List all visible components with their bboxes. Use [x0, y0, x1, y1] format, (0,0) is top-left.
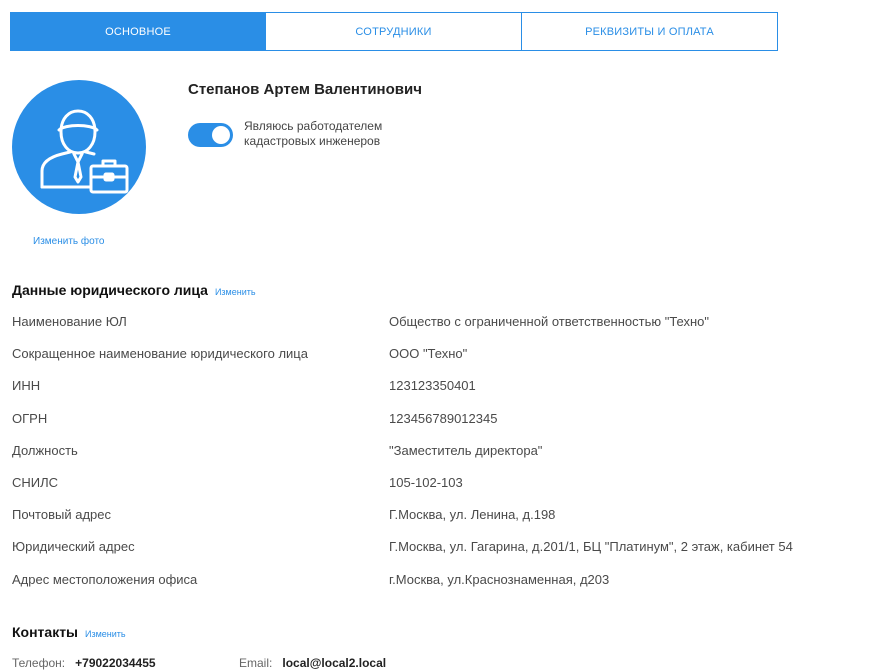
legal-section-header: Данные юридического лица Изменить: [12, 282, 256, 298]
contacts-section-title: Контакты: [12, 624, 79, 640]
legal-row-value: г.Москва, ул.Краснознаменная, д203: [389, 571, 610, 587]
phone-value: +79022034455: [75, 656, 156, 670]
legal-row-name: Наименование ЮЛ Общество с ограниченной …: [12, 314, 862, 346]
legal-row-label: Наименование ЮЛ: [12, 314, 127, 329]
tab-main[interactable]: ОСНОВНОЕ: [10, 12, 266, 51]
change-photo-link[interactable]: Изменить фото: [33, 236, 104, 247]
legal-row-value: 105-102-103: [389, 474, 463, 490]
legal-row-label: Сокращенное наименование юридического ли…: [12, 346, 308, 362]
phone-label: Телефон:: [12, 656, 72, 670]
employee-briefcase-icon: [40, 109, 129, 194]
legal-row-inn: ИНН 123123350401: [12, 378, 862, 410]
phone-block: Телефон: +79022034455: [12, 656, 239, 670]
tab-employees[interactable]: СОТРУДНИКИ: [266, 12, 522, 51]
contacts-section-header: Контакты Изменить: [12, 624, 126, 640]
legal-row-label: Почтовый адрес: [12, 507, 111, 523]
legal-row-legal-address: Юридический адрес Г.Москва, ул. Гагарина…: [12, 539, 862, 571]
legal-row-label: Юридический адрес: [12, 539, 135, 555]
employer-toggle-label-line1: Являюсь работодателем: [244, 119, 383, 133]
email-value: local@local2.local: [282, 656, 387, 670]
tab-requisites-payment[interactable]: РЕКВИЗИТЫ И ОПЛАТА: [522, 12, 778, 51]
legal-row-value: Г.Москва, ул. Гагарина, д.201/1, БЦ "Пла…: [389, 539, 793, 555]
avatar: [12, 80, 146, 214]
legal-row-snils: СНИЛС 105-102-103: [12, 475, 862, 507]
legal-row-label: СНИЛС: [12, 474, 59, 490]
tab-bar: ОСНОВНОЕ СОТРУДНИКИ РЕКВИЗИТЫ И ОПЛАТА: [10, 12, 778, 51]
legal-row-position: Должность "Заместитель директора": [12, 443, 862, 475]
legal-edit-link[interactable]: Изменить: [215, 287, 256, 297]
legal-row-label: ИНН: [12, 378, 41, 394]
legal-data-table: Наименование ЮЛ Общество с ограниченной …: [12, 314, 862, 604]
contacts-row: Телефон: +79022034455 Email: local@local…: [12, 656, 386, 670]
legal-row-office-address: Адрес местоположения офиса г.Москва, ул.…: [12, 572, 862, 604]
legal-row-short-name: Сокращенное наименование юридического ли…: [12, 346, 862, 378]
legal-row-value: ООО "Техно": [389, 346, 468, 362]
contacts-edit-link[interactable]: Изменить: [85, 629, 126, 639]
legal-section-title: Данные юридического лица: [12, 282, 208, 298]
email-block: Email: local@local2.local: [239, 656, 386, 670]
legal-row-postal-address: Почтовый адрес Г.Москва, ул. Ленина, д.1…: [12, 507, 862, 539]
legal-row-label: ОГРН: [12, 410, 48, 426]
legal-row-value: 123456789012345: [389, 410, 498, 426]
employer-toggle-label-line2: кадастровых инженеров: [244, 134, 381, 148]
email-label: Email:: [239, 656, 280, 670]
employer-toggle[interactable]: [188, 123, 233, 147]
legal-row-value: "Заместитель директора": [389, 442, 543, 458]
legal-row-label: Должность: [12, 442, 78, 458]
legal-row-value: 123123350401: [389, 378, 476, 394]
legal-row-value: Г.Москва, ул. Ленина, д.198: [389, 507, 556, 523]
employer-toggle-row: Являюсь работодателем кадастровых инжене…: [188, 119, 434, 149]
legal-row-ogrn: ОГРН 123456789012345: [12, 411, 862, 443]
employer-toggle-label: Являюсь работодателем кадастровых инжене…: [244, 119, 434, 149]
toggle-knob: [212, 126, 230, 144]
user-full-name: Степанов Артем Валентинович: [188, 81, 422, 98]
legal-row-label: Адрес местоположения офиса: [12, 571, 198, 587]
legal-row-value: Общество с ограниченной ответственностью…: [389, 314, 710, 329]
